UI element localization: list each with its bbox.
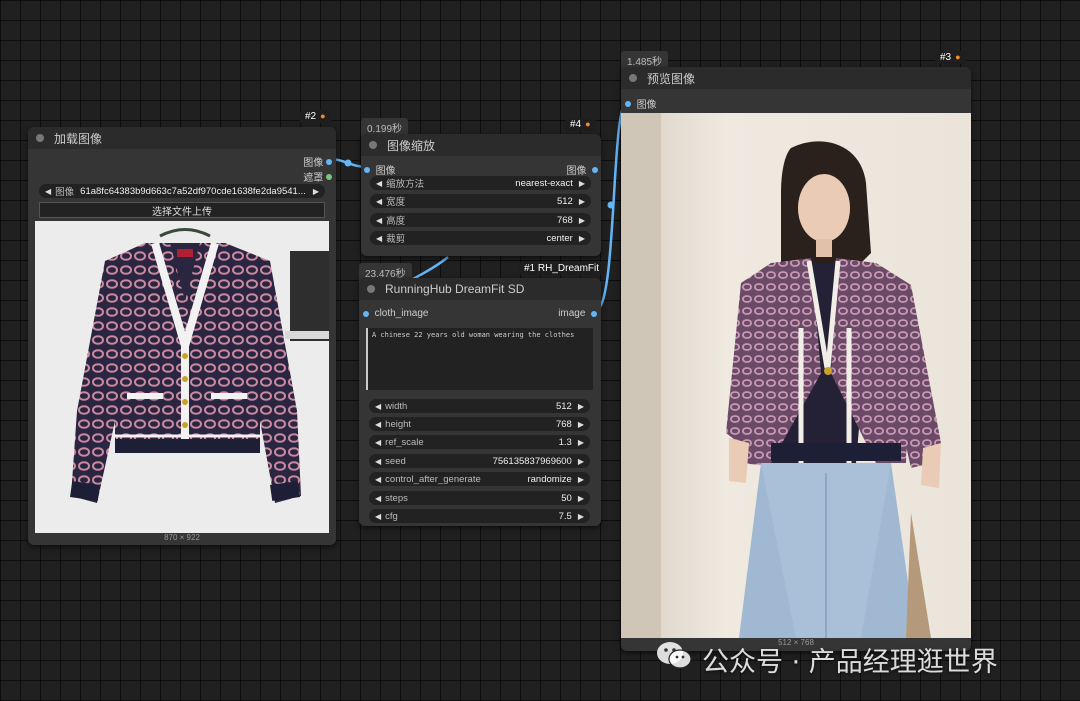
control-after-generate-widget[interactable]: ◀ control_after_generate randomize ▶ <box>369 472 590 486</box>
wechat-watermark: 公众号 · 产品经理逛世界 <box>656 640 998 679</box>
arrow-left-icon[interactable]: ◀ <box>375 420 381 429</box>
scale-node-badge: #4 ● <box>565 118 596 131</box>
model-illustration <box>621 113 971 638</box>
output-port-icon[interactable] <box>326 173 332 180</box>
load-image-node[interactable]: 加载图像 图像 遮罩 ◀ 图像 61a8fc64383b9d663c7a52df… <box>28 127 336 545</box>
node-title: 图像缩放 <box>387 138 436 153</box>
input-port-icon[interactable] <box>364 166 370 173</box>
output-port-icon[interactable] <box>591 310 597 317</box>
arrow-right-icon[interactable]: ▶ <box>578 494 584 503</box>
node-title-bar[interactable]: 图像缩放 <box>361 134 601 156</box>
input-image[interactable]: 图像 <box>625 96 657 111</box>
width-widget[interactable]: ◀ width 512 ▶ <box>369 399 590 413</box>
link-midpoint <box>344 159 352 167</box>
node-title: 加载图像 <box>54 131 103 146</box>
height-widget[interactable]: ◀ height 768 ▶ <box>369 417 590 431</box>
arrow-right-icon[interactable]: ▶ <box>578 420 584 429</box>
watermark-text: 公众号 · 产品经理逛世界 <box>702 647 998 678</box>
output-image[interactable]: 图像 <box>303 154 332 169</box>
fox-icon: ● <box>320 111 326 121</box>
arrow-right-icon[interactable]: ▶ <box>578 475 584 484</box>
collapse-dot-icon[interactable] <box>36 134 44 142</box>
image-size-label: 870 × 922 <box>164 533 200 542</box>
output-port-icon[interactable] <box>326 158 332 165</box>
fox-icon: ● <box>955 52 961 62</box>
seed-widget[interactable]: ◀ seed 756135837969600 ▶ <box>369 454 590 468</box>
cardigan-illustration <box>35 221 329 533</box>
upload-file-button[interactable]: 选择文件上传 <box>39 202 325 218</box>
arrow-left-icon[interactable]: ◀ <box>375 475 381 484</box>
arrow-right-icon[interactable]: ▶ <box>579 179 585 188</box>
collapse-dot-icon[interactable] <box>367 285 375 293</box>
arrow-right-icon[interactable]: ▶ <box>579 197 585 206</box>
arrow-right-icon[interactable]: ▶ <box>578 457 584 466</box>
arrow-left-icon[interactable]: ◀ <box>45 187 51 196</box>
image-scale-node[interactable]: 图像缩放 图像 图像 ◀ 缩放方法 nearest-exact ▶ ◀ 宽度 5… <box>361 134 601 256</box>
input-cloth-image[interactable]: cloth_image <box>363 308 428 319</box>
arrow-left-icon[interactable]: ◀ <box>376 179 382 188</box>
input-image[interactable]: 图像 <box>364 162 396 177</box>
prompt-textarea[interactable]: A chinese 22 years old woman wearing the… <box>366 328 593 390</box>
file-select-widget[interactable]: ◀ 图像 61a8fc64383b9d663c7a52df970cde1638f… <box>39 184 325 198</box>
output-image[interactable]: image <box>558 308 597 319</box>
arrow-right-icon[interactable]: ▶ <box>313 187 319 196</box>
arrow-right-icon[interactable]: ▶ <box>579 234 585 243</box>
upscale-method-widget[interactable]: ◀ 缩放方法 nearest-exact ▶ <box>370 176 591 190</box>
arrow-left-icon[interactable]: ◀ <box>375 402 381 411</box>
arrow-left-icon[interactable]: ◀ <box>375 494 381 503</box>
arrow-left-icon[interactable]: ◀ <box>375 438 381 447</box>
width-widget[interactable]: ◀ 宽度 512 ▶ <box>370 194 591 208</box>
input-port-icon[interactable] <box>625 100 631 107</box>
dreamfit-node[interactable]: RunningHub DreamFit SD cloth_image image… <box>359 278 601 526</box>
output-port-icon[interactable] <box>592 166 598 173</box>
node-title: 预览图像 <box>647 71 696 86</box>
preview-image-node[interactable]: 预览图像 图像 512 × 768 <box>621 67 971 651</box>
cardigan-image <box>35 221 329 533</box>
collapse-dot-icon[interactable] <box>369 141 377 149</box>
node-title: RunningHub DreamFit SD <box>385 282 525 296</box>
output-mask[interactable]: 遮罩 <box>303 169 332 184</box>
load-node-badge: #2 ● <box>300 110 331 123</box>
arrow-left-icon[interactable]: ◀ <box>375 457 381 466</box>
arrow-right-icon[interactable]: ▶ <box>578 512 584 521</box>
wechat-icon <box>656 641 692 678</box>
steps-widget[interactable]: ◀ steps 50 ▶ <box>369 491 590 505</box>
arrow-left-icon[interactable]: ◀ <box>376 197 382 206</box>
arrow-left-icon[interactable]: ◀ <box>376 216 382 225</box>
node-title-bar[interactable]: 预览图像 <box>621 67 971 89</box>
arrow-right-icon[interactable]: ▶ <box>578 402 584 411</box>
arrow-left-icon[interactable]: ◀ <box>376 234 382 243</box>
node-title-bar[interactable]: RunningHub DreamFit SD <box>359 278 601 300</box>
arrow-right-icon[interactable]: ▶ <box>578 438 584 447</box>
collapse-dot-icon[interactable] <box>629 74 637 82</box>
preview-node-badge: #3 ● <box>935 51 966 64</box>
dreamfit-node-badge: #1 RH_DreamFit <box>519 262 605 275</box>
input-port-icon[interactable] <box>363 310 369 317</box>
arrow-right-icon[interactable]: ▶ <box>579 216 585 225</box>
cfg-widget[interactable]: ◀ cfg 7.5 ▶ <box>369 509 590 523</box>
arrow-left-icon[interactable]: ◀ <box>375 512 381 521</box>
result-image <box>621 113 971 638</box>
height-widget[interactable]: ◀ 高度 768 ▶ <box>370 213 591 227</box>
node-title-bar[interactable]: 加载图像 <box>28 127 336 149</box>
crop-widget[interactable]: ◀ 裁剪 center ▶ <box>370 231 591 245</box>
ref-scale-widget[interactable]: ◀ ref_scale 1.3 ▶ <box>369 435 590 449</box>
output-image[interactable]: 图像 <box>566 162 598 177</box>
fox-icon: ● <box>585 119 591 129</box>
link-midpoint <box>607 201 615 209</box>
